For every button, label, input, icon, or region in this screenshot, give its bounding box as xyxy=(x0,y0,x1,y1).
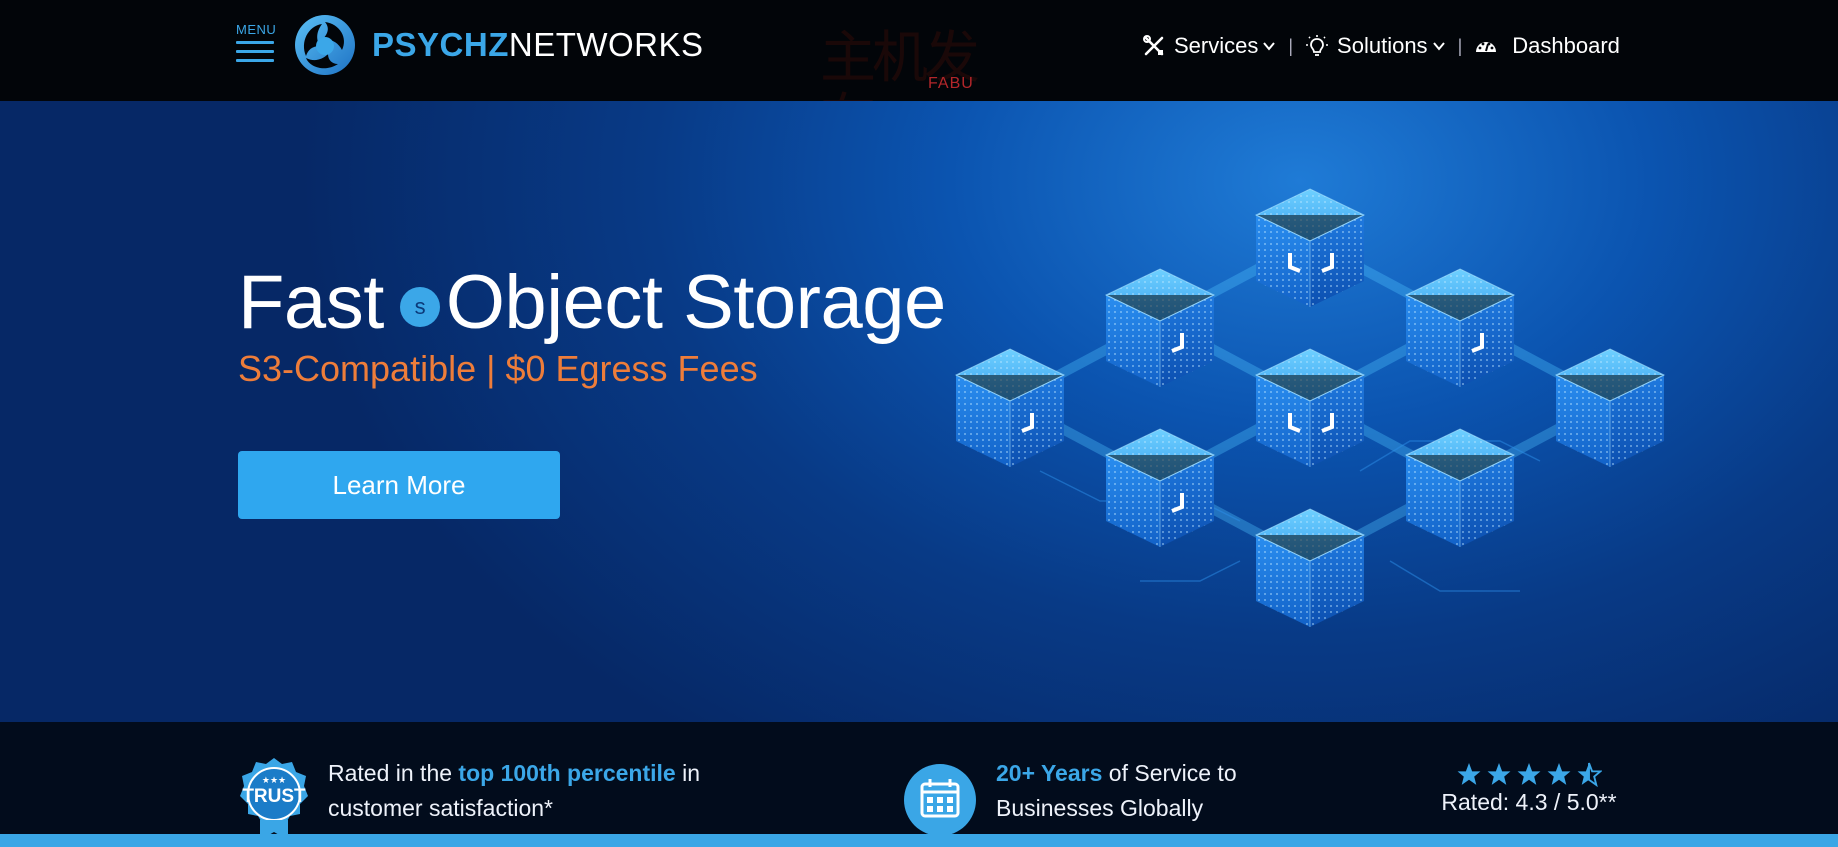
nav-dashboard-label: Dashboard xyxy=(1512,33,1620,58)
trust-badge-icon: TRUST ★★★ xyxy=(240,758,308,840)
nav-services-label: Services xyxy=(1174,33,1259,58)
star-icon xyxy=(1517,763,1541,785)
hero-section: Fast s Object Storage S3-Compatible | $0… xyxy=(0,101,1838,722)
site-header: MENU PSYCHZNETWORKS 主机发布 FABU xyxy=(0,0,1838,152)
hero-subtitle: S3-Compatible | $0 Egress Fees xyxy=(238,348,758,389)
star-rating xyxy=(1434,762,1624,787)
hero-title-after: Object Storage xyxy=(445,260,946,345)
trust-item-satisfaction: TRUST ★★★ Rated in the top 100th percent… xyxy=(238,756,728,840)
watermark-sub-text: FABU xyxy=(928,75,974,92)
lightbulb-icon xyxy=(1306,35,1329,56)
chevron-down-icon xyxy=(1432,42,1445,51)
tools-icon xyxy=(1143,35,1164,56)
nav-separator: | xyxy=(1288,35,1294,56)
nav-services[interactable]: Services xyxy=(1142,33,1276,59)
storage-cubes-illustration xyxy=(955,188,1665,628)
hamburger-icon xyxy=(236,41,274,62)
s-badge-icon: s xyxy=(399,286,440,327)
rating-block: Rated: 4.3 / 5.0** xyxy=(1434,762,1624,816)
years-text: 20+ Years of Service to Businesses Globa… xyxy=(996,756,1256,826)
calendar-icon xyxy=(904,764,976,836)
chevron-down-icon xyxy=(1263,42,1276,51)
nav-separator: | xyxy=(1457,35,1463,56)
star-icon xyxy=(1547,763,1571,785)
svg-text:★★★: ★★★ xyxy=(262,775,286,785)
rating-text: Rated: 4.3 / 5.0** xyxy=(1441,789,1617,815)
trust-item-years: 20+ Years of Service to Businesses Globa… xyxy=(904,760,1256,836)
nav-solutions-label: Solutions xyxy=(1337,33,1428,58)
logo-rest-text: NETWORKS xyxy=(508,26,704,63)
star-icon xyxy=(1457,763,1481,785)
main-nav: Services | Solutions | Dashboard xyxy=(1142,30,1620,62)
logo-swirl-icon xyxy=(295,15,355,75)
satisfaction-highlight: top 100th percentile xyxy=(458,760,676,786)
star-icon xyxy=(1487,763,1511,785)
bottom-accent-strip xyxy=(0,834,1838,847)
satisfaction-text: Rated in the top 100th percentile in cus… xyxy=(328,756,728,826)
menu-button[interactable]: MENU xyxy=(236,22,278,68)
half-star-icon xyxy=(1577,762,1602,787)
satisfaction-text-before: Rated in the xyxy=(328,760,459,786)
trust-badge-text: TRUST xyxy=(242,786,306,807)
nav-solutions[interactable]: Solutions xyxy=(1305,33,1446,59)
menu-label: MENU xyxy=(236,22,277,37)
logo[interactable]: PSYCHZNETWORKS xyxy=(292,12,704,78)
watermark-logo: 主机发布 xyxy=(820,26,980,152)
logo-wordmark: PSYCHZNETWORKS xyxy=(372,26,704,64)
hero-title-before: Fast xyxy=(238,260,384,345)
years-highlight: 20+ Years xyxy=(996,760,1103,786)
logo-bold-text: PSYCHZ xyxy=(372,26,509,63)
nav-dashboard[interactable]: Dashboard xyxy=(1474,33,1620,59)
hero-title: Fast s Object Storage xyxy=(238,259,946,346)
learn-more-button[interactable]: Learn More xyxy=(238,451,560,519)
gauge-icon xyxy=(1476,42,1497,52)
